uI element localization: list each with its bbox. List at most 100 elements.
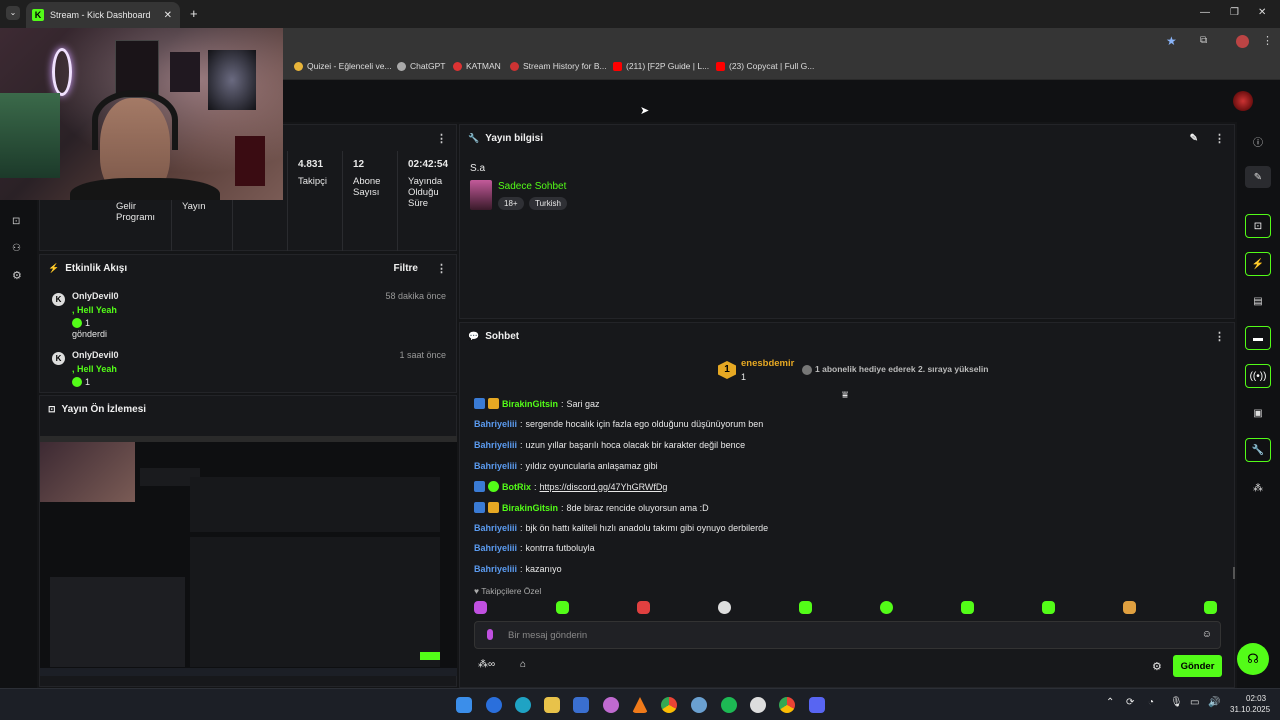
activity-username[interactable]: OnlyDevil0: [72, 350, 119, 360]
extensions-icon[interactable]: ⧉: [1200, 35, 1207, 46]
layers-icon[interactable]: ▣: [1245, 402, 1271, 424]
tag-pill[interactable]: 18+: [498, 197, 524, 210]
scroll-to-bottom-icon[interactable]: ⩸: [842, 390, 848, 401]
tray-chevron-icon[interactable]: ⌃: [1106, 697, 1114, 708]
close-window-icon[interactable]: ✕: [1258, 7, 1266, 18]
emote-icon[interactable]: [799, 601, 812, 614]
info-icon[interactable]: ⓘ: [1245, 130, 1271, 152]
filter-button[interactable]: Filtre: [394, 263, 418, 274]
support-chat-button[interactable]: ☊: [1237, 643, 1269, 675]
chat-panel: 💬 Sohbet ⋮ 1 enesbdemir 1 1 abonelik hed…: [459, 322, 1235, 688]
bookmark-copycat[interactable]: (23) Copycat | Full G...: [716, 61, 814, 71]
copilot-icon[interactable]: [603, 697, 619, 713]
tab-list-chevron-icon[interactable]: ⌄: [6, 6, 20, 20]
restore-icon[interactable]: ❐: [1230, 7, 1239, 18]
emote-icon[interactable]: [961, 601, 974, 614]
users-icon[interactable]: ⚇: [12, 243, 21, 254]
close-tab-icon[interactable]: ✕: [164, 10, 172, 21]
chat-icon[interactable]: ▬: [1245, 326, 1271, 350]
browser-tab-bar: ⌄ K Stream - Kick Dashboard ✕ + — ❐ ✕: [0, 0, 1280, 28]
emote-icon[interactable]: [1204, 601, 1217, 614]
tray-mic-icon[interactable]: 🎙: [1170, 697, 1183, 708]
bookmark-f2p-guide[interactable]: (211) [F2P Guide | L...: [613, 61, 709, 71]
screen-capture-icon[interactable]: ⊡: [1245, 214, 1271, 238]
spotify-icon[interactable]: [721, 697, 737, 713]
bookmark-stream-history[interactable]: Stream History for B...: [510, 61, 607, 71]
bookmark-chatgpt[interactable]: ChatGPT: [397, 61, 445, 71]
emote-icon[interactable]: [880, 601, 893, 614]
microphone-icon[interactable]: [487, 629, 493, 640]
discord-link[interactable]: https://discord.gg/47YhGRWfDg: [540, 482, 668, 492]
chat-settings-icon[interactable]: ⚙: [1152, 660, 1162, 673]
stream-info-menu-icon[interactable]: ⋮: [1214, 132, 1225, 145]
activity-feed-header: ⚡ Etkinlik Akışı Filtre ⋮: [40, 255, 456, 281]
category-name[interactable]: Sadece Sohbet: [498, 181, 566, 192]
category-thumbnail[interactable]: [470, 180, 492, 210]
windows-start-icon[interactable]: [456, 697, 472, 713]
emote-icon[interactable]: [1042, 601, 1055, 614]
emote-icon[interactable]: [474, 601, 487, 614]
apps-icon[interactable]: ⁂: [1245, 477, 1271, 499]
chrome-active-icon[interactable]: [779, 697, 795, 713]
wrench-icon: 🔧: [468, 132, 480, 143]
clock-time[interactable]: 02:03: [1246, 694, 1266, 703]
activity-amount: 1: [85, 377, 91, 387]
browser-menu-icon[interactable]: ⋮: [1262, 34, 1273, 47]
chat-menu-icon[interactable]: ⋮: [1214, 330, 1225, 343]
stats-menu-icon[interactable]: ⋮: [436, 132, 447, 145]
emote-icon[interactable]: [1123, 601, 1136, 614]
activity-extra: gönderdi: [72, 329, 108, 339]
emote-icon[interactable]: [556, 601, 569, 614]
tag-pill[interactable]: Turkish: [529, 197, 567, 210]
tray-sync-icon[interactable]: ⟳: [1126, 697, 1134, 708]
vlc-icon[interactable]: [632, 697, 648, 713]
network-app-icon[interactable]: [691, 697, 707, 713]
store-icon[interactable]: ⌂: [520, 659, 526, 670]
stream-screen-icon[interactable]: ⊡: [12, 216, 20, 227]
obs-icon[interactable]: [750, 697, 766, 713]
broadcast-icon[interactable]: ((•)): [1245, 364, 1271, 388]
emote-icon[interactable]: [718, 601, 731, 614]
send-button[interactable]: Gönder: [1173, 655, 1222, 677]
chat-scrollbar[interactable]: [1233, 567, 1235, 579]
edge-icon[interactable]: [515, 697, 531, 713]
app-icon[interactable]: [486, 697, 502, 713]
user-avatar[interactable]: [1233, 91, 1253, 111]
activity-username[interactable]: OnlyDevil0: [72, 291, 119, 301]
clock-date[interactable]: 31.10.2025: [1230, 705, 1270, 714]
chrome-icon[interactable]: [661, 697, 677, 713]
profile-avatar[interactable]: [1236, 35, 1249, 48]
edit-pencil-icon[interactable]: ✎: [1190, 133, 1198, 144]
activity-menu-icon[interactable]: ⋮: [436, 262, 447, 275]
file-explorer-icon[interactable]: [544, 697, 560, 713]
bookmark-star-icon[interactable]: ★: [1166, 34, 1177, 48]
discord-icon[interactable]: [809, 697, 825, 713]
tools-icon[interactable]: 🔧: [1245, 438, 1271, 462]
emote-icon[interactable]: [637, 601, 650, 614]
edit-icon[interactable]: ✎: [1245, 166, 1271, 188]
new-tab-icon[interactable]: +: [190, 6, 198, 21]
browser-tab[interactable]: K Stream - Kick Dashboard ✕: [26, 2, 180, 28]
bookmark-quizei[interactable]: Quizei - Eğlenceli ve...: [294, 61, 392, 71]
bookmark-katman[interactable]: KATMAN: [453, 61, 501, 71]
emoji-icon[interactable]: ☺: [1202, 629, 1212, 640]
points-icon[interactable]: ⁂∞: [478, 659, 495, 670]
top-gifter-name[interactable]: enesbdemir: [741, 358, 794, 369]
chat-message: BirakinGitsin: Sari gaz: [474, 398, 600, 409]
chat-input[interactable]: Bir mesaj gönderin ☺: [474, 621, 1221, 649]
tray-wifi-icon[interactable]: ◔: [1148, 697, 1154, 708]
tv-screen: [0, 93, 60, 178]
stream-preview-panel: ⊡ Yayın Ön İzlemesi: [39, 395, 457, 687]
minimize-icon[interactable]: —: [1200, 7, 1210, 18]
settings-gear-icon[interactable]: ⚙: [12, 269, 22, 282]
activity-feed-panel: ⚡ Etkinlik Akışı Filtre ⋮ K OnlyDevil0 ,…: [39, 254, 457, 393]
screen-icon: ⊡: [48, 403, 56, 414]
chat-message: BotRix: https://discord.gg/47YhGRWfDg: [474, 481, 667, 492]
store-app-icon[interactable]: [573, 697, 589, 713]
flash-icon[interactable]: ⚡: [1245, 252, 1271, 276]
stream-preview-video[interactable]: [40, 436, 457, 676]
tray-network-icon[interactable]: ▭: [1190, 697, 1199, 708]
tray-volume-icon[interactable]: 🔊: [1208, 697, 1220, 708]
chat-message: Bahriyeliii: yıldız oyuncularla anlaşama…: [474, 461, 658, 471]
document-icon[interactable]: ▤: [1245, 290, 1271, 312]
